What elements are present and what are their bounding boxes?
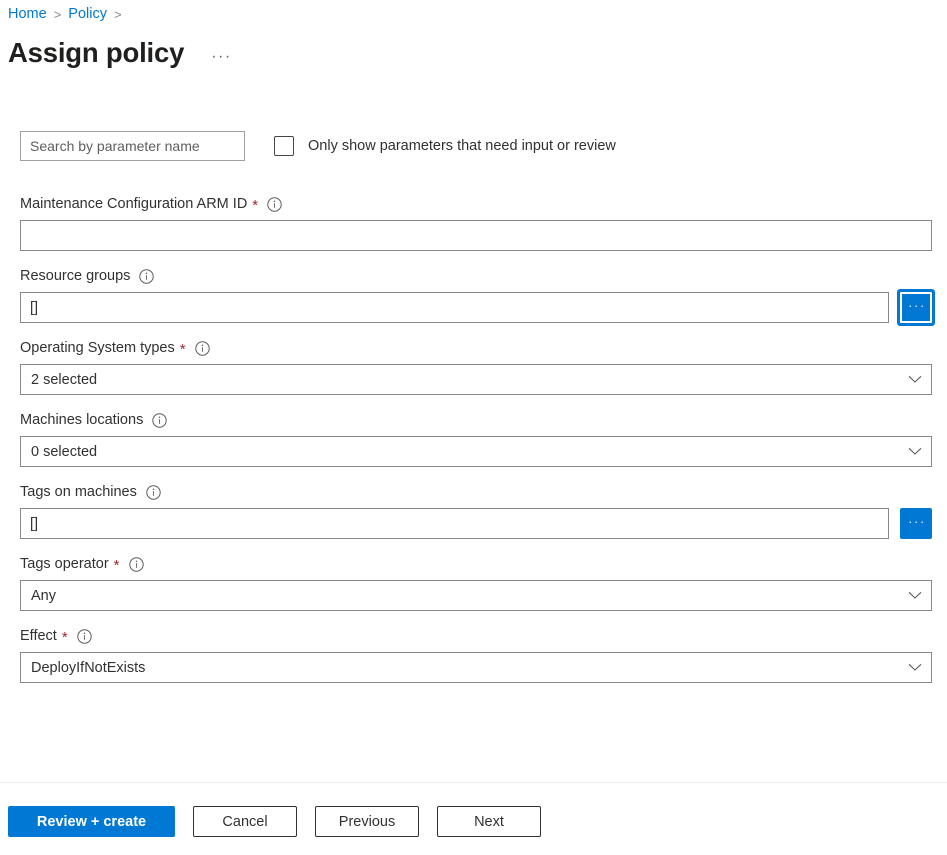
field-tags-on-machines: Tags on machines ···: [20, 482, 932, 539]
more-menu-icon[interactable]: ···: [211, 29, 231, 77]
required-indicator: *: [252, 196, 259, 214]
maintenance-configuration-arm-id-input[interactable]: [20, 220, 932, 251]
footer-divider: [0, 782, 947, 783]
field-label-row: Machines locations: [20, 410, 932, 430]
required-indicator: *: [179, 340, 186, 358]
field-control-row: ···: [20, 508, 932, 539]
machines-locations-dropdown[interactable]: 0 selected: [20, 436, 932, 467]
dropdown-value: 2 selected: [31, 371, 98, 388]
field-label-text: Tags on machines: [20, 484, 137, 500]
page-title: Assign policy: [8, 37, 185, 68]
chevron-right-icon-2: >: [113, 6, 122, 22]
dropdown-value: DeployIfNotExists: [31, 659, 146, 676]
cancel-button[interactable]: Cancel: [193, 806, 297, 837]
field-label-row: Effect *: [20, 626, 932, 646]
field-label-text: Operating System types: [20, 340, 175, 356]
need-input-filter[interactable]: Only show parameters that need input or …: [274, 136, 616, 156]
field-maintenance-configuration-arm-id: Maintenance Configuration ARM ID *: [20, 194, 932, 251]
field-label-text: Maintenance Configuration ARM ID: [20, 196, 248, 212]
chevron-down-icon: [908, 447, 922, 456]
previous-button[interactable]: Previous: [315, 806, 419, 837]
field-label-text: Effect: [20, 628, 57, 644]
review-create-button[interactable]: Review + create: [8, 806, 175, 837]
next-button[interactable]: Next: [437, 806, 541, 837]
field-label-row: Tags on machines: [20, 482, 932, 502]
breadcrumb: Home > Policy >: [8, 3, 129, 25]
info-icon[interactable]: [128, 556, 144, 572]
parameter-filter-row: Only show parameters that need input or …: [20, 131, 616, 161]
field-resource-groups: Resource groups ···: [20, 266, 932, 323]
tags-operator-dropdown[interactable]: Any: [20, 580, 932, 611]
field-label-text: Tags operator: [20, 556, 109, 572]
chevron-down-icon: [908, 375, 922, 384]
chevron-down-icon: [908, 663, 922, 672]
info-icon[interactable]: [139, 268, 155, 284]
field-label-text: Resource groups: [20, 268, 131, 284]
effect-dropdown[interactable]: DeployIfNotExists: [20, 652, 932, 683]
footer-actions: Review + create Cancel Previous Next: [8, 806, 541, 837]
required-indicator: *: [113, 556, 120, 574]
info-icon[interactable]: [146, 484, 161, 500]
info-icon[interactable]: [267, 196, 282, 212]
need-input-checkbox[interactable]: [274, 136, 294, 156]
field-machines-locations: Machines locations 0 selected: [20, 410, 932, 467]
search-input[interactable]: [20, 131, 245, 161]
parameters-form: Maintenance Configuration ARM ID * Resou…: [20, 194, 932, 698]
field-control-row: [20, 220, 932, 251]
tags-on-machines-input[interactable]: [20, 508, 889, 539]
field-label-row: Tags operator *: [20, 554, 932, 574]
info-icon[interactable]: [194, 340, 210, 356]
tags-on-machines-picker-button[interactable]: ···: [900, 508, 932, 539]
chevron-down-icon: [908, 591, 922, 600]
chevron-right-icon: >: [53, 6, 62, 22]
resource-groups-input[interactable]: [20, 292, 889, 323]
field-tags-operator: Tags operator * Any: [20, 554, 932, 611]
resource-groups-picker-button[interactable]: ···: [900, 292, 932, 323]
required-indicator: *: [61, 628, 68, 646]
field-label-text: Machines locations: [20, 412, 144, 428]
field-control-row: ···: [20, 292, 932, 323]
field-label-row: Operating System types *: [20, 338, 932, 358]
field-effect: Effect * DeployIfNotExists: [20, 626, 932, 683]
breadcrumb-item-home[interactable]: Home: [8, 6, 47, 22]
page-header: Assign policy ···: [8, 33, 232, 73]
info-icon[interactable]: [152, 412, 168, 428]
need-input-checkbox-label: Only show parameters that need input or …: [308, 138, 616, 154]
field-label-row: Maintenance Configuration ARM ID *: [20, 194, 932, 214]
field-operating-system-types: Operating System types * 2 selected: [20, 338, 932, 395]
operating-system-types-dropdown[interactable]: 2 selected: [20, 364, 932, 395]
breadcrumb-item-policy[interactable]: Policy: [68, 6, 107, 22]
dropdown-value: 0 selected: [31, 443, 98, 460]
dropdown-value: Any: [31, 587, 56, 604]
field-label-row: Resource groups: [20, 266, 932, 286]
info-icon[interactable]: [76, 628, 92, 644]
